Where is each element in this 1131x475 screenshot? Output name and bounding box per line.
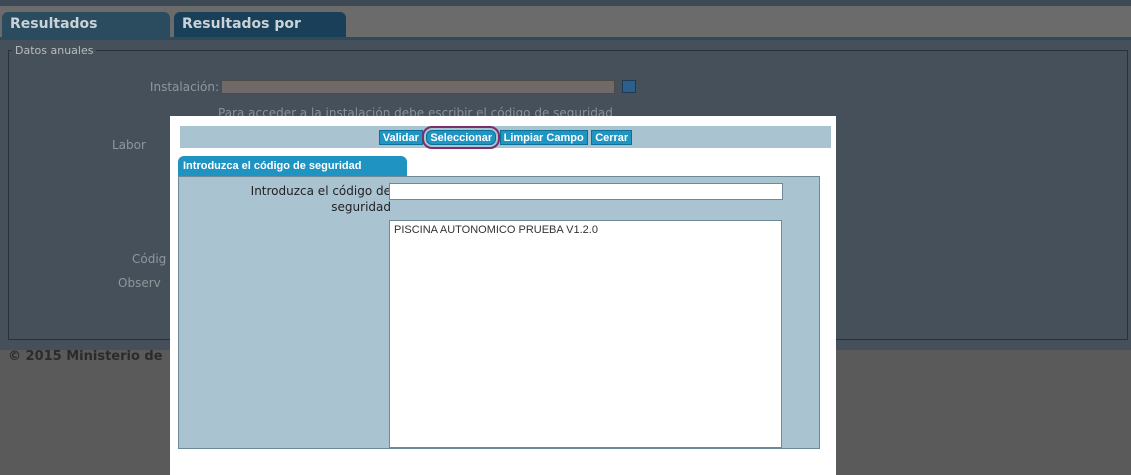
seleccionar-button[interactable]: Seleccionar: [422, 126, 501, 149]
labor-label: Labor: [112, 138, 146, 152]
cerrar-button[interactable]: Cerrar: [591, 130, 633, 145]
security-code-input[interactable]: [389, 183, 783, 200]
installation-field[interactable]: [221, 80, 615, 94]
tab-security-code[interactable]: Introduzca el código de seguridad: [178, 156, 407, 176]
codigo-label: Códig: [132, 252, 167, 266]
list-item[interactable]: PISCINA AUTONOMICO PRUEBA V1.2.0: [390, 221, 781, 239]
observaciones-label: Observ: [118, 276, 161, 290]
copyright-footer: © 2015 Ministerio de: [8, 349, 163, 364]
security-code-form: Introduzca el código de seguridad PISCIN…: [178, 176, 820, 449]
security-code-label: Introduzca el código de seguridad: [250, 184, 391, 214]
installation-list[interactable]: PISCINA AUTONOMICO PRUEBA V1.2.0: [389, 220, 782, 448]
tab-resultados-anuales[interactable]: Resultados anuales: [2, 12, 170, 57]
fieldset-legend: Datos anuales: [12, 44, 97, 57]
validar-button[interactable]: Validar: [378, 130, 423, 145]
installation-search-button[interactable]: [622, 80, 636, 93]
tab-resultados-por-vaso[interactable]: Resultados por vaso: [174, 12, 346, 57]
limpiar-campo-button[interactable]: Limpiar Campo: [499, 130, 588, 145]
installation-label: Instalación:: [149, 80, 219, 94]
dialog-toolbar: Validar Seleccionar Limpiar Campo Cerrar: [180, 126, 831, 149]
security-code-dialog: Validar Seleccionar Limpiar Campo Cerrar…: [170, 116, 836, 475]
